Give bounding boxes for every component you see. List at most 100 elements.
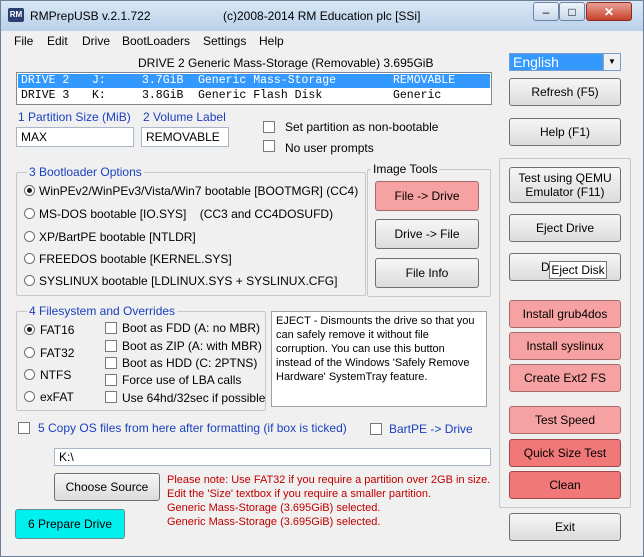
override-checkbox[interactable] (105, 357, 117, 369)
filesystem-radio[interactable] (24, 369, 35, 380)
note-line: Generic Mass-Storage (3.695GiB) selected… (167, 516, 381, 528)
minimize-icon: – (542, 4, 550, 19)
volume-label-label: 2 Volume Label (143, 110, 226, 124)
refresh-button[interactable]: Refresh (F5) (509, 78, 621, 106)
bootloader-radio[interactable] (24, 208, 35, 219)
note-line: Generic Mass-Storage (3.695GiB) selected… (167, 502, 381, 514)
copy-os-checkbox[interactable] (18, 422, 30, 434)
override-label: Force use of LBA calls (122, 373, 242, 387)
language-select[interactable]: English ▼ (509, 53, 621, 71)
menu-settings[interactable]: Settings (203, 34, 246, 48)
bootloader-radio[interactable] (24, 253, 35, 264)
note-line: Please note: Use FAT32 if you require a … (167, 474, 491, 486)
drive-size: 3.7GiB (142, 74, 184, 87)
menu-bar: File Edit Drive BootLoaders Settings Hel… (8, 32, 498, 50)
bootloader-option: FREEDOS bootable [KERNEL.SYS] (39, 252, 232, 266)
volume-label-input[interactable]: REMOVABLE (141, 127, 229, 147)
test-speed-button[interactable]: Test Speed (509, 406, 621, 434)
filesystem-option: FAT32 (40, 346, 75, 360)
create-ext2-button[interactable]: Create Ext2 FS (509, 364, 621, 392)
drive-name: Generic Mass-Storage (198, 74, 337, 87)
app-icon: RM (8, 8, 24, 22)
drive-to-file-button[interactable]: Drive -> File (375, 219, 479, 249)
eject-drive-button[interactable]: Eject Drive (509, 214, 621, 242)
filesystem-radio[interactable] (24, 347, 35, 358)
drive-letter: J: (92, 74, 106, 87)
menu-drive[interactable]: Drive (82, 34, 110, 48)
override-label: Boot as FDD (A: no MBR) (122, 321, 261, 335)
qemu-label-line1: Test using QEMU (518, 171, 612, 185)
override-checkbox[interactable] (105, 340, 117, 352)
filesystem-radio[interactable] (24, 391, 35, 402)
help-button[interactable]: Help (F1) (509, 118, 621, 146)
file-info-button[interactable]: File Info (375, 258, 479, 288)
drive-number: DRIVE 2 (21, 74, 70, 87)
override-checkbox[interactable] (105, 374, 117, 386)
minimize-button[interactable]: – (533, 2, 559, 21)
override-checkbox[interactable] (105, 322, 117, 334)
drive-row[interactable]: DRIVE 3 K: 3.8GiB Generic Flash Disk Gen… (18, 89, 490, 103)
override-label: Use 64hd/32sec if possible (122, 391, 266, 405)
override-checkbox[interactable] (105, 391, 117, 403)
file-to-drive-button[interactable]: File -> Drive (375, 181, 479, 211)
selected-drive-header: DRIVE 2 Generic Mass-Storage (Removable)… (138, 56, 434, 70)
choose-source-button[interactable]: Choose Source (54, 473, 160, 501)
override-label: Boot as HDD (C: 2PTNS) (122, 356, 258, 370)
bootloader-option: MS-DOS bootable [IO.SYS] (CC3 and CC4DOS… (39, 207, 334, 221)
filesystem-group-title: 4 Filesystem and Overrides (27, 304, 178, 318)
source-path-input[interactable]: K:\ (54, 448, 491, 466)
override-label: Boot as ZIP (A: with MBR) (122, 339, 262, 353)
qemu-test-button[interactable]: Test using QEMU Emulator (F11) (509, 167, 621, 203)
install-grub4dos-button[interactable]: Install grub4dos (509, 300, 621, 328)
bootloader-option: SYSLINUX bootable [LDLINUX.SYS + SYSLINU… (39, 274, 338, 288)
image-tools-title: Image Tools (371, 162, 440, 176)
bootloader-option: XP/BartPE bootable [NTLDR] (39, 230, 196, 244)
title-bar: RM RMPrepUSB v.2.1.722 (c)2008-2014 RM E… (1, 1, 643, 31)
filesystem-option: FAT16 (40, 323, 75, 337)
bootloader-radio[interactable] (24, 231, 35, 242)
maximize-button[interactable]: □ (559, 2, 585, 21)
close-button[interactable]: ✕ (586, 2, 632, 21)
bartpe-label: BartPE -> Drive (389, 422, 473, 436)
help-text-box[interactable]: EJECT - Dismounts the drive so that you … (271, 311, 487, 407)
drive-letter: K: (92, 89, 106, 102)
no-prompts-label: No user prompts (285, 141, 374, 155)
drive-number: DRIVE 3 (21, 89, 70, 102)
install-syslinux-button[interactable]: Install syslinux (509, 332, 621, 360)
window-title: RMPrepUSB v.2.1.722 (30, 9, 151, 23)
partition-size-label: 1 Partition Size (MiB) (18, 110, 131, 124)
language-value: English (513, 54, 559, 70)
filesystem-option: exFAT (40, 390, 74, 404)
drive-type: Generic (393, 89, 442, 102)
partition-size-input[interactable]: MAX (16, 127, 134, 147)
no-prompts-checkbox[interactable] (263, 140, 275, 152)
drive-list[interactable]: DRIVE 2 J: 3.7GiB Generic Mass-Storage R… (16, 72, 492, 105)
clean-button[interactable]: Clean (509, 471, 621, 499)
menu-bootloaders[interactable]: BootLoaders (122, 34, 190, 48)
drive-name: Generic Flash Disk (198, 89, 323, 102)
menu-edit[interactable]: Edit (47, 34, 68, 48)
bootloader-radio[interactable] (24, 185, 35, 196)
close-icon: ✕ (603, 4, 615, 19)
bootloader-radio[interactable] (24, 275, 35, 286)
note-line: Edit the 'Size' textbox if you require a… (167, 488, 432, 500)
non-bootable-label: Set partition as non-bootable (285, 120, 439, 134)
exit-button[interactable]: Exit (509, 513, 621, 541)
menu-help[interactable]: Help (259, 34, 284, 48)
bartpe-checkbox[interactable] (370, 423, 382, 435)
menu-file[interactable]: File (14, 34, 33, 48)
prepare-drive-button[interactable]: 6 Prepare Drive (15, 509, 125, 539)
copyright-title: (c)2008-2014 RM Education plc [SSi] (223, 9, 421, 23)
non-bootable-checkbox[interactable] (263, 121, 275, 133)
filesystem-option: NTFS (40, 368, 72, 382)
qemu-label-line2: Emulator (F11) (525, 185, 605, 199)
drive-row[interactable]: DRIVE 2 J: 3.7GiB Generic Mass-Storage R… (18, 74, 490, 88)
chevron-down-icon: ▼ (603, 54, 620, 70)
quick-size-test-button[interactable]: Quick Size Test (509, 439, 621, 467)
filesystem-radio[interactable] (24, 324, 35, 335)
eject-disk-tooltip: Eject Disk (549, 261, 607, 279)
bootloader-group-title: 3 Bootloader Options (27, 165, 144, 179)
drive-size: 3.8GiB (142, 89, 184, 102)
drive-type: REMOVABLE (393, 74, 456, 87)
copy-os-label: 5 Copy OS files from here after formatti… (38, 421, 347, 435)
